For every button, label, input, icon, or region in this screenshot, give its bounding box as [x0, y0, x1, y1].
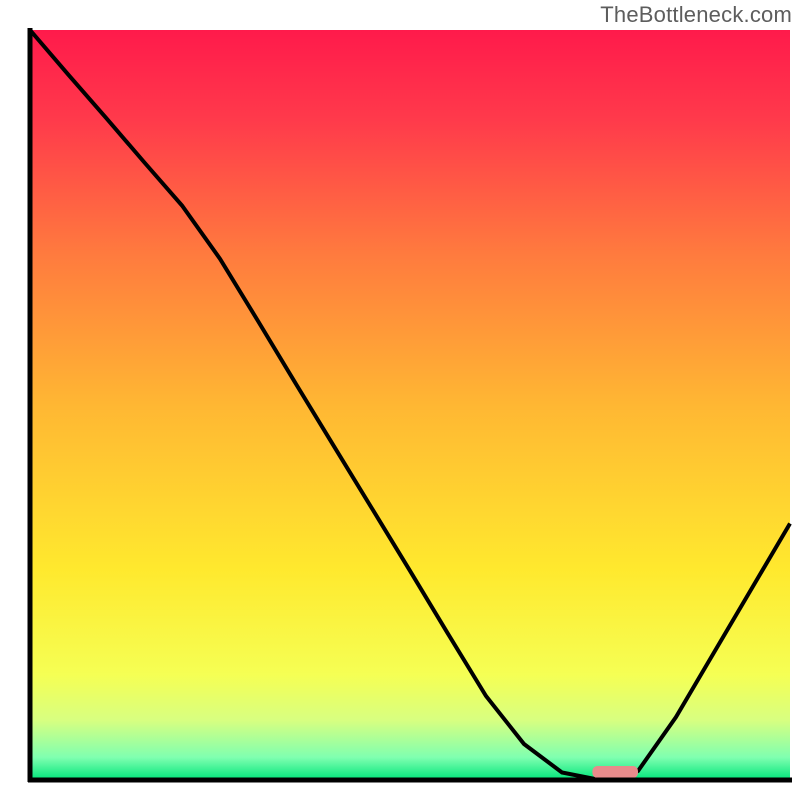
chart-container: { "watermark": "TheBottleneck.com", "cha… — [0, 0, 800, 800]
watermark-text: TheBottleneck.com — [600, 2, 792, 28]
plot-background — [30, 30, 790, 780]
bottleneck-curve-chart — [0, 0, 800, 800]
optimal-marker — [592, 766, 638, 778]
